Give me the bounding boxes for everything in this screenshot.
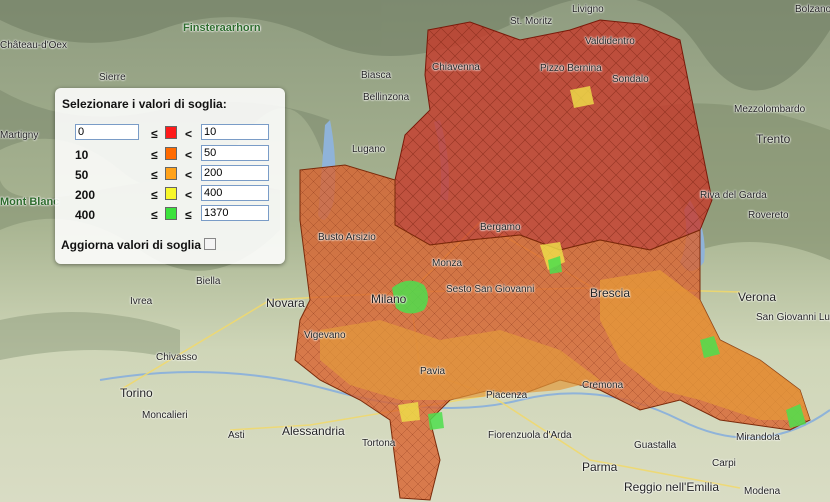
upper-bound-input[interactable] bbox=[201, 205, 269, 221]
upper-bound-input[interactable] bbox=[201, 145, 269, 161]
city-label: Mont Blanc bbox=[0, 196, 60, 208]
city-label: Chivasso bbox=[156, 352, 198, 363]
city-label: Reggio nell'Emilia bbox=[624, 480, 720, 494]
city-label: Alessandria bbox=[282, 424, 345, 438]
operator-leq: ≤ bbox=[151, 188, 158, 202]
lower-bound-input[interactable] bbox=[75, 124, 139, 140]
upper-bound-input[interactable] bbox=[201, 124, 269, 140]
city-label: Valdidentro bbox=[585, 36, 635, 47]
city-label: Lugano bbox=[352, 144, 386, 155]
color-swatch bbox=[165, 147, 177, 160]
city-label: Trento bbox=[756, 132, 791, 146]
update-thresholds-label: Aggiorna valori di soglia bbox=[61, 238, 202, 252]
zone-yellow-b[interactable] bbox=[398, 402, 420, 422]
city-label: Parma bbox=[582, 460, 618, 474]
operator-lt: < bbox=[185, 127, 193, 141]
threshold-row: 50 ≤ < bbox=[55, 165, 285, 184]
city-label: Piacenza bbox=[486, 390, 528, 401]
city-label: Mezzolombardo bbox=[734, 104, 806, 115]
city-label: Biella bbox=[196, 276, 221, 287]
city-label: Verona bbox=[738, 290, 777, 304]
city-label: Busto Arsizio bbox=[318, 232, 376, 243]
city-label: Carpi bbox=[712, 458, 736, 469]
city-label: Milano bbox=[371, 292, 407, 306]
city-label: Tortona bbox=[362, 438, 396, 449]
lower-bound-label: 10 bbox=[75, 148, 89, 162]
update-thresholds-checkbox[interactable] bbox=[204, 238, 216, 250]
city-label: St. Moritz bbox=[510, 16, 553, 27]
city-label: Asti bbox=[228, 430, 245, 441]
zone-yellow-c[interactable] bbox=[570, 86, 594, 108]
city-label: Livigno bbox=[572, 4, 604, 15]
threshold-row: 400 ≤ ≤ bbox=[55, 205, 285, 224]
panel-title: Selezionare i valori di soglia: bbox=[62, 97, 227, 111]
city-label: Bolzano bbox=[795, 4, 830, 15]
upper-bound-input[interactable] bbox=[201, 165, 269, 181]
city-label: Riva del Garda bbox=[700, 190, 767, 201]
zone-red-texture bbox=[395, 20, 712, 250]
city-label: Ivrea bbox=[130, 296, 153, 307]
city-label: Vigevano bbox=[304, 330, 346, 341]
city-label: Cremona bbox=[582, 380, 624, 391]
city-label: Fiorenzuola d'Arda bbox=[488, 430, 572, 441]
city-label: Brescia bbox=[590, 286, 631, 300]
city-label: Novara bbox=[266, 296, 305, 310]
color-swatch bbox=[165, 126, 177, 139]
threshold-row: 200 ≤ < bbox=[55, 185, 285, 204]
threshold-row: 10 ≤ < bbox=[55, 145, 285, 164]
color-swatch bbox=[165, 207, 177, 220]
city-label: San Giovanni Lupatoto bbox=[756, 312, 830, 323]
operator-leq: ≤ bbox=[185, 208, 192, 222]
city-label: Rovereto bbox=[748, 210, 789, 221]
city-label: Pavia bbox=[420, 366, 446, 377]
city-label: Bergamo bbox=[480, 222, 521, 233]
operator-lt: < bbox=[185, 188, 193, 202]
city-label: Sondalo bbox=[612, 74, 649, 85]
operator-leq: ≤ bbox=[151, 168, 158, 182]
operator-lt: < bbox=[185, 148, 193, 162]
city-label: Bellinzona bbox=[363, 92, 410, 103]
operator-leq: ≤ bbox=[151, 127, 158, 141]
city-label: Modena bbox=[744, 486, 781, 497]
city-label: Mirandola bbox=[736, 432, 780, 443]
color-swatch bbox=[165, 167, 177, 180]
lower-bound-label: 200 bbox=[75, 188, 96, 202]
city-label: Château-d'Oex bbox=[0, 40, 67, 51]
operator-lt: < bbox=[185, 168, 193, 182]
city-label: Finsteraarhorn bbox=[183, 22, 261, 34]
zone-green-d[interactable] bbox=[428, 412, 444, 430]
operator-leq: ≤ bbox=[151, 148, 158, 162]
operator-leq: ≤ bbox=[151, 208, 158, 222]
lower-bound-label: 50 bbox=[75, 168, 89, 182]
lower-bound-label: 400 bbox=[75, 208, 96, 222]
city-label: Pizzo Bernina bbox=[540, 63, 602, 74]
city-label: Sesto San Giovanni bbox=[446, 284, 535, 295]
threshold-panel: Selezionare i valori di soglia: ≤ < 10 ≤… bbox=[55, 88, 285, 264]
city-label: Torino bbox=[120, 386, 153, 400]
city-label: Guastalla bbox=[634, 440, 677, 451]
upper-bound-input[interactable] bbox=[201, 185, 269, 201]
city-label: Moncalieri bbox=[142, 410, 188, 421]
color-swatch bbox=[165, 187, 177, 200]
city-label: Sierre bbox=[99, 72, 126, 83]
city-label: Monza bbox=[432, 258, 463, 269]
city-label: Biasca bbox=[361, 70, 392, 81]
city-label: Martigny bbox=[0, 130, 39, 141]
city-label: Chiavenna bbox=[432, 62, 480, 73]
threshold-row: ≤ < bbox=[55, 124, 285, 143]
